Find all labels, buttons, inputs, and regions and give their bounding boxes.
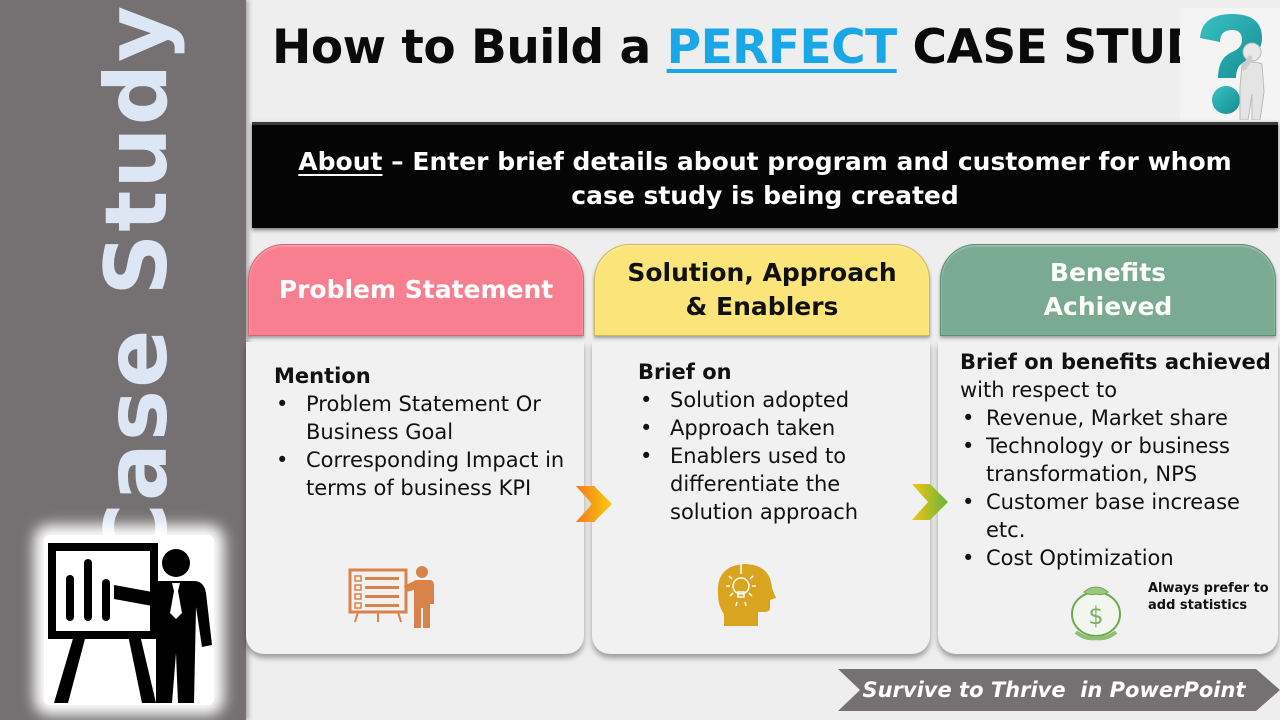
presentation-board-icon — [346, 564, 438, 630]
benefits-list: Revenue, Market share Technology or busi… — [960, 404, 1278, 572]
sidebar-title: Case Study — [87, 3, 187, 567]
solution-header-line-2: & Enablers — [685, 292, 839, 321]
solution-header-line-1: Solution, Approach — [627, 258, 897, 287]
benefits-card-body: Brief on benefits achieved with respect … — [960, 348, 1278, 572]
chevron-right-icon — [910, 482, 950, 522]
about-banner: About – Enter brief details about progra… — [252, 122, 1278, 228]
problem-card-body: Mention Problem Statement Or Business Go… — [274, 362, 574, 502]
benefits-header: Benefits Achieved — [940, 244, 1276, 336]
question-mark-thinker-icon — [1180, 8, 1280, 121]
list-item: Enablers used to differentiate the solut… — [638, 442, 928, 526]
sidebar: Case Study — [0, 0, 246, 720]
title-prefix: How to Build a — [272, 20, 667, 75]
problem-statement-header: Problem Statement — [248, 244, 584, 336]
statistics-note-line-2: add statistics — [1148, 598, 1248, 613]
lightbulb-head-icon — [710, 560, 778, 628]
svg-text:$: $ — [1088, 602, 1103, 630]
solution-card-body: Brief on Solution adopted Approach taken… — [638, 358, 928, 526]
about-label: About — [298, 147, 383, 176]
benefits-card-heading: Brief on benefits achieved — [960, 350, 1271, 374]
problem-card-heading: Mention — [274, 364, 371, 388]
benefits-card-subheading: with respect to — [960, 378, 1118, 402]
about-line-1: About – Enter brief details about progra… — [252, 145, 1278, 179]
solution-card: Brief on Solution adopted Approach taken… — [592, 342, 930, 654]
problem-header-label: Problem Statement — [278, 275, 554, 304]
solution-card-heading: Brief on — [638, 360, 732, 384]
list-item: Technology or business transformation, N… — [960, 432, 1278, 488]
statistics-note: Always prefer to add statistics — [1148, 580, 1269, 614]
list-item: Solution adopted — [638, 386, 928, 414]
list-item: Cost Optimization — [960, 544, 1278, 572]
benefits-header-line-2: Achieved — [1043, 292, 1173, 321]
benefits-header-line-1: Benefits — [1049, 258, 1167, 287]
presenter-chart-icon — [44, 535, 214, 705]
solution-header: Solution, Approach & Enablers — [594, 244, 930, 336]
about-line-2: case study is being created — [571, 181, 959, 210]
list-item: Corresponding Impact in terms of busines… — [274, 446, 574, 502]
list-item: Approach taken — [638, 414, 928, 442]
list-item: Revenue, Market share — [960, 404, 1278, 432]
benefits-card: Brief on benefits achieved with respect … — [938, 342, 1278, 654]
list-item: Problem Statement Or Business Goal — [274, 390, 574, 446]
problem-list: Problem Statement Or Business Goal Corre… — [274, 390, 574, 502]
problem-card: Mention Problem Statement Or Business Go… — [246, 342, 584, 654]
chevron-right-icon — [574, 484, 614, 524]
list-item: Customer base increase etc. — [960, 488, 1278, 544]
about-text-1: – Enter brief details about program and … — [382, 147, 1232, 176]
money-bag-icon: $ — [1066, 580, 1126, 642]
solution-list: Solution adopted Approach taken Enablers… — [638, 386, 928, 526]
title-accent: PERFECT — [666, 20, 898, 75]
footer-text: Survive to Thrive in PowerPoint — [862, 678, 1246, 702]
footer-banner: Survive to Thrive in PowerPoint — [838, 669, 1280, 711]
statistics-note-line-1: Always prefer to — [1148, 581, 1269, 596]
page-title: How to Build a PERFECT CASE STUDY — [272, 20, 1235, 75]
